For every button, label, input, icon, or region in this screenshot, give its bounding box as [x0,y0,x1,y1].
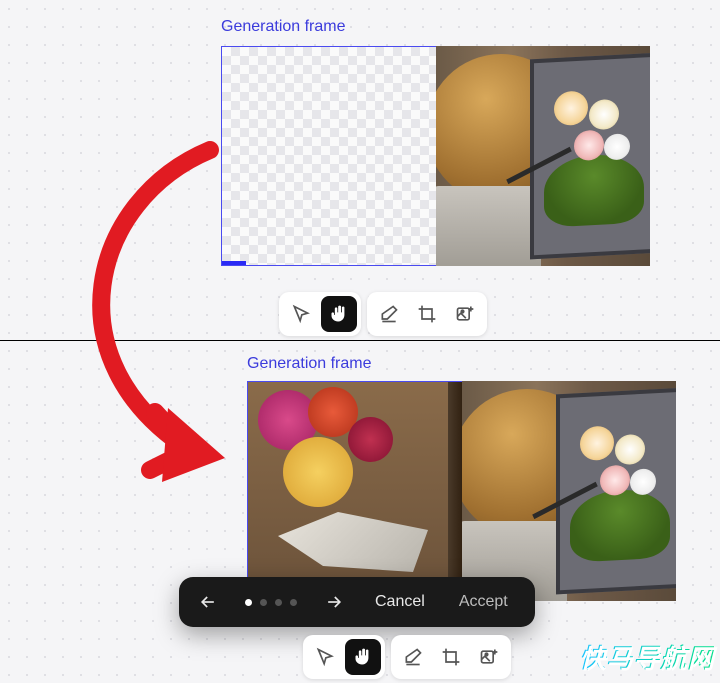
crop-tool-button[interactable] [433,639,469,675]
add-image-icon [479,647,499,667]
generation-review-bar: Cancel Accept [179,577,535,627]
hand-tool-button[interactable] [345,639,381,675]
arrow-right-icon [324,592,344,612]
tool-group-edit [391,635,511,679]
hand-icon [329,304,349,324]
generation-progress-bar [222,261,246,265]
variation-dot[interactable] [275,599,282,606]
hand-tool-button[interactable] [321,296,357,332]
eraser-icon [379,304,399,324]
after-panel: Generation frame [0,340,720,683]
before-panel: Generation frame [0,0,720,340]
cursor-tool-button[interactable] [283,296,319,332]
arrow-left-icon [198,592,218,612]
cursor-tool-button[interactable] [307,639,343,675]
generation-frame[interactable] [221,46,441,266]
hand-icon [353,647,373,667]
image-content [436,46,650,266]
tool-toolbar [303,635,511,679]
add-image-tool-button[interactable] [471,639,507,675]
variation-dots [239,599,303,606]
crop-icon [417,304,437,324]
accept-button[interactable]: Accept [449,587,518,617]
tool-group-edit [367,292,487,336]
eraser-icon [403,647,423,667]
generation-frame-label: Generation frame [247,355,372,373]
source-image[interactable] [462,381,676,601]
generation-frame-result[interactable] [247,381,467,601]
transparency-checker [222,47,440,265]
image-content [462,381,676,601]
prev-variation-button[interactable] [191,585,225,619]
tool-toolbar [279,292,487,336]
crop-icon [441,647,461,667]
variation-dot[interactable] [290,599,297,606]
tool-group-select [303,635,385,679]
eraser-tool-button[interactable] [371,296,407,332]
cancel-button[interactable]: Cancel [365,587,435,617]
cursor-icon [315,647,335,667]
crop-tool-button[interactable] [409,296,445,332]
add-image-tool-button[interactable] [447,296,483,332]
generation-frame-label: Generation frame [221,18,346,36]
add-image-icon [455,304,475,324]
variation-dot[interactable] [245,599,252,606]
tool-group-select [279,292,361,336]
generated-image-content [248,382,466,600]
next-variation-button[interactable] [317,585,351,619]
cursor-icon [291,304,311,324]
variation-dot[interactable] [260,599,267,606]
watermark-text: 快马导航网 [579,638,714,675]
source-image[interactable] [436,46,650,266]
eraser-tool-button[interactable] [395,639,431,675]
